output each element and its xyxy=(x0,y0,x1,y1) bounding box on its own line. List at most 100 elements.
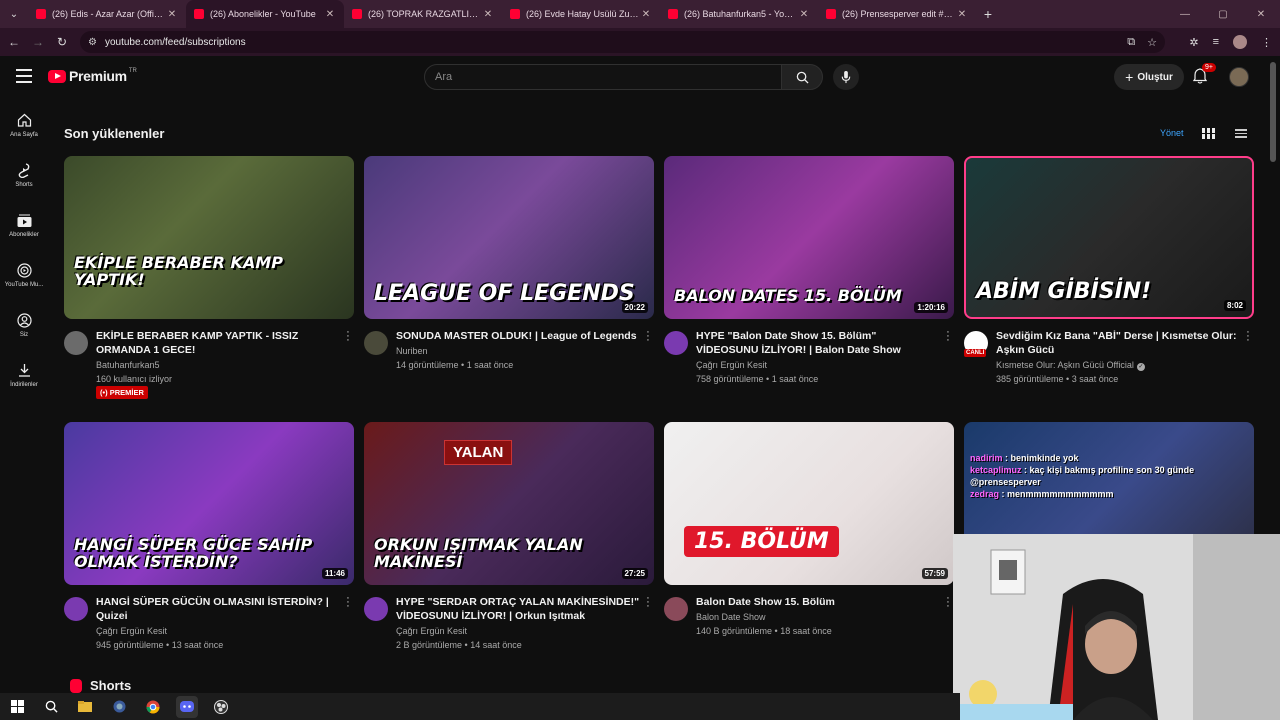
channel-name[interactable]: Çağrı Ergün Kesit xyxy=(96,626,167,636)
channel-avatar[interactable] xyxy=(364,331,388,355)
video-thumbnail[interactable]: ORKUN IŞITMAK YALAN MAKİNESİ YALAN 27:25 xyxy=(364,422,654,585)
site-info-icon[interactable]: ⚙ xyxy=(88,37,97,48)
video-thumbnail[interactable]: 15. BÖLÜM 57:59 xyxy=(664,422,954,585)
discord-icon[interactable] xyxy=(176,695,198,718)
video-card[interactable]: LEAGUE OF LEGENDS 20:22 SONUDA MASTER OLDU… xyxy=(364,156,654,409)
bookmark-star-icon[interactable]: ☆ xyxy=(1147,36,1157,49)
browser-tab[interactable]: (26) Evde Hatay Usülü Zurna Et✕ xyxy=(502,0,660,28)
account-avatar[interactable] xyxy=(1229,67,1249,87)
video-title[interactable]: EKİPLE BERABER KAMP YAPTIK - ISSIZ ORMAN… xyxy=(96,329,341,357)
channel-name[interactable]: Çağrı Ergün Kesit xyxy=(396,626,467,636)
taskbar-search-icon[interactable] xyxy=(40,696,62,718)
install-app-icon[interactable]: ⧉ xyxy=(1127,36,1135,49)
chrome-icon[interactable] xyxy=(142,696,164,718)
close-window-icon[interactable]: ✕ xyxy=(1242,9,1280,20)
video-thumbnail[interactable]: EKİPLE BERABER KAMP YAPTIK! xyxy=(64,156,354,319)
manage-link[interactable]: Yönet xyxy=(1160,128,1184,138)
close-tab-icon[interactable]: ✕ xyxy=(798,9,810,20)
channel-name[interactable]: Kısmetse Olur: Aşkın Gücü Official ✓ xyxy=(996,360,1145,371)
channel-name-text: Çağrı Ergün Kesit xyxy=(396,626,468,636)
obs-icon[interactable] xyxy=(210,696,232,718)
minimize-icon[interactable]: — xyxy=(1166,9,1204,20)
browser-menu-icon[interactable]: ⋮ xyxy=(1261,36,1272,49)
channel-name[interactable]: Balon Date Show xyxy=(696,612,766,622)
windows-start-icon[interactable] xyxy=(6,696,28,718)
reload-icon[interactable]: ↻ xyxy=(50,35,74,49)
close-tab-icon[interactable]: ✕ xyxy=(640,9,652,20)
channel-name-text: Çağrı Ergün Kesit xyxy=(96,626,168,636)
rail-item[interactable]: Shorts xyxy=(0,150,48,200)
youtube-play-icon xyxy=(48,69,66,83)
video-title[interactable]: HYPE "Balon Date Show 15. Bölüm" VİDEOSU… xyxy=(696,329,941,357)
rail-item[interactable]: İndirilenler xyxy=(0,350,48,400)
video-meta: SONUDA MASTER OLDUK! | League of Legends… xyxy=(364,319,654,409)
channel-avatar[interactable] xyxy=(64,331,88,355)
rail-item[interactable]: Siz xyxy=(0,300,48,350)
scrollbar[interactable] xyxy=(1270,62,1276,162)
channel-avatar[interactable] xyxy=(664,597,688,621)
close-tab-icon[interactable]: ✕ xyxy=(324,9,336,20)
video-title[interactable]: SONUDA MASTER OLDUK! | League of Legends xyxy=(396,329,641,343)
menu-icon[interactable] xyxy=(16,69,32,83)
video-card[interactable]: ABİM GİBİSİN! 8:02 CANLI Sevdiğim Kız Bana … xyxy=(964,156,1254,409)
create-button[interactable]: + Oluştur xyxy=(1114,64,1184,90)
video-title[interactable]: HYPE "SERDAR ORTAÇ YALAN MAKİNESİNDE!" V… xyxy=(396,595,641,623)
video-title[interactable]: HANGİ SÜPER GÜCÜN OLMASINI İSTERDİN? | Q… xyxy=(96,595,341,623)
browser-tab[interactable]: (26) Edis - Azar Azar (Official Vi ✕ xyxy=(28,0,186,28)
video-card[interactable]: BALON DATES 15. BÖLÜM 1:20:16 HYPE "Balon … xyxy=(664,156,954,409)
youtube-logo[interactable]: Premium TR xyxy=(48,68,137,84)
reading-list-icon[interactable]: ≡ xyxy=(1213,36,1219,48)
video-thumbnail[interactable]: BALON DATES 15. BÖLÜM 1:20:16 xyxy=(664,156,954,319)
maximize-icon[interactable]: ▢ xyxy=(1204,9,1242,20)
new-tab-button[interactable]: + xyxy=(976,6,1000,22)
forward-icon[interactable]: → xyxy=(26,35,50,49)
more-options-icon[interactable]: · · · xyxy=(346,327,350,346)
search-input[interactable]: Ara xyxy=(424,64,782,90)
close-tab-icon[interactable]: ✕ xyxy=(482,9,494,20)
voice-search-button[interactable] xyxy=(833,64,859,90)
browser-tab[interactable]: (26) TOPRAK RAZGATLIOĞLU F✕ xyxy=(344,0,502,28)
channel-name[interactable]: Nuriben xyxy=(396,346,428,356)
rail-item[interactable]: Abonelikler xyxy=(0,200,48,250)
video-stats: 385 görüntüleme • 3 saat önce xyxy=(996,374,1119,384)
file-explorer-icon[interactable] xyxy=(74,696,96,718)
close-tab-icon[interactable]: ✕ xyxy=(956,9,968,20)
video-card[interactable]: ORKUN IŞITMAK YALAN MAKİNESİ YALAN 27:25 HY… xyxy=(364,422,654,675)
rail-item[interactable]: Ana Sayfa xyxy=(0,100,48,150)
browser-tab[interactable]: (26) Prensesperver edit #14 - Y ✕ xyxy=(818,0,976,28)
notifications-button[interactable]: 9+ xyxy=(1192,63,1216,86)
more-options-icon[interactable]: · · · xyxy=(346,593,350,612)
video-thumbnail[interactable]: HANGİ SÜPER GÜCE SAHİP OLMAK İSTERDİN? 11… xyxy=(64,422,354,585)
channel-avatar[interactable] xyxy=(664,331,688,355)
video-title[interactable]: Balon Date Show 15. Bölüm xyxy=(696,595,941,609)
extensions-icon[interactable]: ✲ xyxy=(1189,36,1198,49)
video-card[interactable]: EKİPLE BERABER KAMP YAPTIK! EKİPLE BERABE… xyxy=(64,156,354,409)
more-options-icon[interactable]: · · · xyxy=(946,593,950,612)
channel-avatar[interactable] xyxy=(364,597,388,621)
more-options-icon[interactable]: · · · xyxy=(646,593,650,612)
video-card[interactable]: HANGİ SÜPER GÜCE SAHİP OLMAK İSTERDİN? 11… xyxy=(64,422,354,675)
more-options-icon[interactable]: · · · xyxy=(1246,327,1250,346)
close-tab-icon[interactable]: ✕ xyxy=(166,9,178,20)
list-view-icon[interactable] xyxy=(1235,129,1247,138)
search-button[interactable] xyxy=(781,64,823,90)
back-icon[interactable]: ← xyxy=(2,35,26,49)
video-thumbnail[interactable]: ABİM GİBİSİN! 8:02 xyxy=(964,156,1254,319)
browser-tab[interactable]: (26) Batuhanfurkan5 - YouTube ✕ xyxy=(660,0,818,28)
channel-name[interactable]: Batuhanfurkan5 xyxy=(96,360,160,370)
browser-tab[interactable]: (26) Abonelikler - YouTube ✕ xyxy=(186,0,344,28)
tab-search-icon[interactable]: ⌄ xyxy=(0,0,28,28)
grid-view-icon[interactable] xyxy=(1202,128,1215,139)
rail-item[interactable]: YouTube Mu... xyxy=(0,250,48,300)
search-icon xyxy=(796,71,809,84)
app-icon[interactable] xyxy=(108,696,130,718)
url-field[interactable]: ⚙ youtube.com/feed/subscriptions ⧉ ☆ xyxy=(80,31,1165,53)
channel-name[interactable]: Çağrı Ergün Kesit xyxy=(696,360,767,370)
video-thumbnail[interactable]: LEAGUE OF LEGENDS 20:22 xyxy=(364,156,654,319)
channel-avatar[interactable] xyxy=(64,597,88,621)
more-options-icon[interactable]: · · · xyxy=(646,327,650,346)
video-card[interactable]: 15. BÖLÜM 57:59 Balon Date Show 15. Bölüm ·… xyxy=(664,422,954,675)
video-title[interactable]: Sevdiğim Kız Bana "ABİ" Derse | Kısmetse… xyxy=(996,329,1241,357)
more-options-icon[interactable]: · · · xyxy=(946,327,950,346)
profile-avatar[interactable] xyxy=(1233,35,1247,49)
